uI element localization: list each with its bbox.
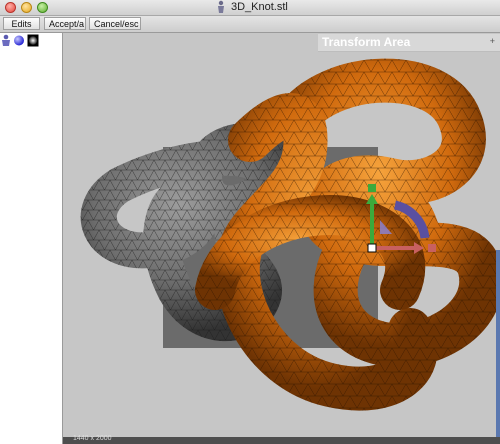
status-text: 1440 x 2000 [73, 435, 112, 442]
toolbar: Edits Accept/a Cancel/esc [0, 16, 500, 33]
side-panel [0, 33, 63, 444]
edits-button[interactable]: Edits [3, 17, 40, 30]
expand-panel-button[interactable]: + [490, 36, 495, 46]
side-panel-edge [496, 250, 500, 444]
app-figure-icon[interactable] [0, 34, 12, 47]
transform-area-title: Transform Area [322, 35, 411, 49]
zoom-window-button[interactable] [37, 2, 48, 13]
window-title: 3D_Knot.stl [231, 1, 288, 13]
transform-area-panel[interactable]: Transform Area + [318, 34, 500, 52]
status-bar: 1440 x 2000 [63, 435, 500, 444]
gizmo-center-handle[interactable] [367, 243, 377, 253]
close-window-button[interactable] [5, 2, 16, 13]
document-figure-icon [218, 0, 224, 13]
move-x-handle[interactable] [428, 244, 436, 252]
minimize-window-button[interactable] [21, 2, 32, 13]
orange-knot-model[interactable] [195, 58, 500, 411]
material-icon[interactable] [27, 34, 39, 47]
cancel-button[interactable]: Cancel/esc [89, 17, 141, 30]
3d-viewport[interactable] [63, 33, 500, 444]
accept-button[interactable]: Accept/a [44, 17, 86, 30]
sphere-icon[interactable] [13, 34, 25, 47]
title-bar: 3D_Knot.stl [0, 0, 500, 16]
move-y-handle[interactable] [368, 184, 376, 192]
